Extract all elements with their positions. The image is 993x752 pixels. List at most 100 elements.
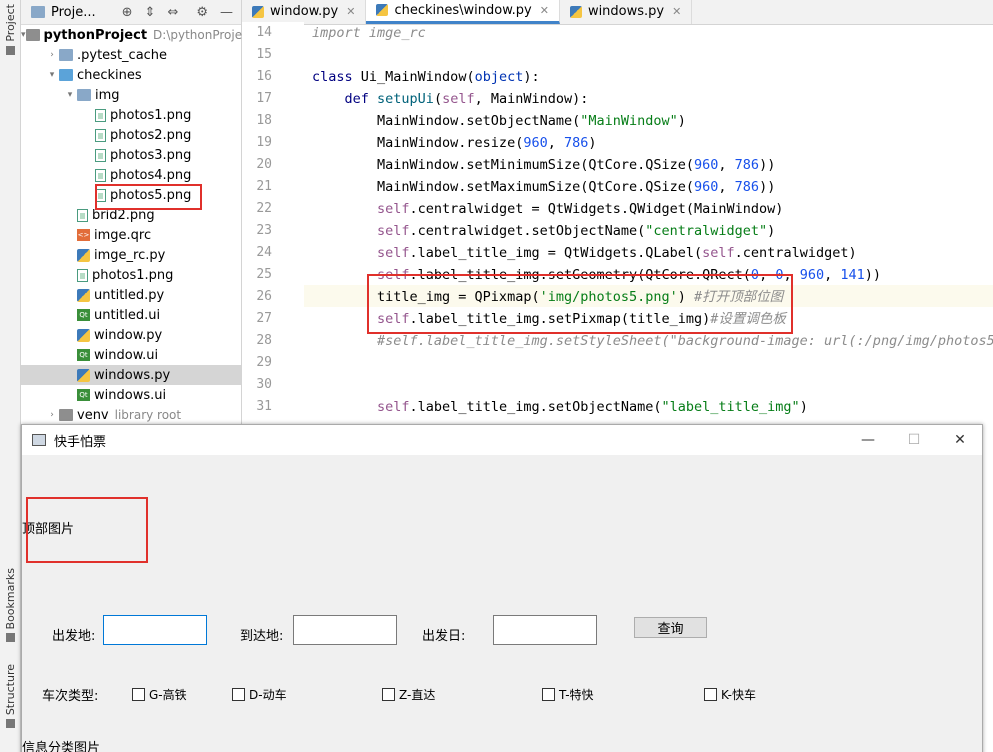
qt-title-bar: 快手怕票 — ☐ ✕ xyxy=(22,425,982,455)
date-input[interactable] xyxy=(493,615,597,645)
query-button[interactable]: 查询 xyxy=(634,617,707,638)
tree-item[interactable]: <> imge.qrc xyxy=(21,225,241,245)
close-tab-icon[interactable]: ✕ xyxy=(672,5,681,18)
tree-item[interactable]: ▾ checkines xyxy=(21,65,241,85)
code-line: MainWindow.setMaximumSize(QtCore.QSize(9… xyxy=(312,176,775,198)
python-file-icon xyxy=(77,248,90,262)
train-type-checkbox[interactable]: T-特快 xyxy=(542,686,594,703)
expand-arrow-icon[interactable]: › xyxy=(45,410,59,420)
tree-item[interactable]: Qt windows.ui xyxy=(21,385,241,405)
line-number: 29 xyxy=(256,355,272,370)
python-file-icon xyxy=(77,288,90,302)
python-file-icon xyxy=(376,4,389,16)
code-line: def setupUi(self, MainWindow): xyxy=(312,88,589,110)
checkbox-box[interactable] xyxy=(704,688,717,701)
tree-item[interactable]: untitled.py xyxy=(21,285,241,305)
code-token: ) xyxy=(588,135,597,151)
code-token: "centralwidget" xyxy=(645,223,768,239)
code-token: 786 xyxy=(734,179,760,195)
structure-tool-tab[interactable]: Structure xyxy=(0,664,20,732)
tree-item[interactable]: › venv library root xyxy=(21,405,241,425)
code-token: self xyxy=(377,399,410,415)
folder-icon xyxy=(25,29,40,41)
tree-item[interactable]: › .pytest_cache xyxy=(21,45,241,65)
checkbox-box[interactable] xyxy=(382,688,395,701)
code-line: class Ui_MainWindow(object): xyxy=(312,66,540,88)
close-tab-icon[interactable]: ✕ xyxy=(540,4,549,17)
tree-item[interactable]: photos2.png xyxy=(21,125,241,145)
tree-item[interactable]: Qt window.ui xyxy=(21,345,241,365)
code-line: MainWindow.resize(960, 786) xyxy=(312,132,597,154)
code-line: MainWindow.setMinimumSize(QtCore.QSize(9… xyxy=(312,154,775,176)
train-type-checkbox[interactable]: G-高铁 xyxy=(132,686,187,703)
locate-icon[interactable]: ⊕ xyxy=(122,5,133,20)
tree-item[interactable]: photos4.png xyxy=(21,165,241,185)
line-number: 14 xyxy=(256,25,272,40)
to-input[interactable] xyxy=(293,615,397,645)
image-file-icon xyxy=(77,208,88,222)
close-tab-icon[interactable]: ✕ xyxy=(346,5,355,18)
from-input[interactable] xyxy=(103,615,207,645)
tree-item-label: untitled.py xyxy=(94,287,165,303)
line-number: 23 xyxy=(256,223,272,238)
expand-arrow-icon[interactable]: ▾ xyxy=(45,70,59,80)
code-token: )) xyxy=(759,179,776,195)
annotation-box-photos5 xyxy=(95,184,202,210)
expand-arrow-icon[interactable]: ▾ xyxy=(21,30,26,40)
expand-arrow-icon[interactable]: › xyxy=(45,50,59,60)
tree-item-label: checkines xyxy=(77,67,142,83)
editor-tab[interactable]: checkines\window.py ✕ xyxy=(366,0,560,24)
line-number: 17 xyxy=(256,91,272,106)
expand-arrow-icon[interactable]: ▾ xyxy=(63,90,77,100)
line-number: 31 xyxy=(256,399,272,414)
editor-tab[interactable]: window.py ✕ xyxy=(242,0,367,24)
tree-item[interactable]: Qt untitled.ui xyxy=(21,305,241,325)
tree-item[interactable]: photos1.png xyxy=(21,105,241,125)
tree-item[interactable]: ▾ img xyxy=(21,85,241,105)
gear-icon[interactable]: ⚙ xyxy=(196,5,208,20)
project-tool-tab[interactable]: Project xyxy=(0,4,20,59)
from-label: 出发地: xyxy=(52,629,96,644)
train-type-checkbox[interactable]: K-快车 xyxy=(704,686,756,703)
date-label: 出发日: xyxy=(422,629,466,644)
maximize-button[interactable]: ☐ xyxy=(891,425,937,455)
code-token: ) xyxy=(799,399,808,415)
train-type-checkbox[interactable]: D-动车 xyxy=(232,686,287,703)
hide-icon[interactable]: — xyxy=(220,5,233,20)
minimize-button[interactable]: — xyxy=(845,425,891,455)
image-file-icon xyxy=(95,168,106,182)
tree-item[interactable]: window.py xyxy=(21,325,241,345)
checkbox-label: T-特快 xyxy=(559,688,594,702)
tree-item[interactable]: photos3.png xyxy=(21,145,241,165)
checkbox-box[interactable] xyxy=(542,688,555,701)
project-panel-title[interactable]: Proje... xyxy=(51,5,96,20)
bookmarks-tool-tab[interactable]: Bookmarks xyxy=(0,568,20,646)
code-area[interactable]: import imge_rc class Ui_MainWindow(object… xyxy=(312,22,993,432)
tree-item[interactable]: ▾ pythonProject D:\pythonProje xyxy=(21,25,242,45)
close-button[interactable]: ✕ xyxy=(937,425,983,455)
checkbox-box[interactable] xyxy=(232,688,245,701)
line-number: 27 xyxy=(256,311,272,326)
checkbox-label: K-快车 xyxy=(721,688,756,702)
editor-tab[interactable]: windows.py ✕ xyxy=(560,0,693,24)
train-type-label: 车次类型: xyxy=(42,689,99,704)
expand-all-icon[interactable]: ⇕ xyxy=(145,5,156,20)
image-file-icon xyxy=(95,128,106,142)
tree-item[interactable]: imge_rc.py xyxy=(21,245,241,265)
code-token: ) xyxy=(677,113,686,129)
app-icon xyxy=(32,434,46,446)
tree-item[interactable]: photos1.png xyxy=(21,265,241,285)
checkbox-box[interactable] xyxy=(132,688,145,701)
tree-item-label: photos3.png xyxy=(110,147,192,163)
code-token: .centralwidget) xyxy=(734,245,857,261)
train-type-checkbox[interactable]: Z-直达 xyxy=(382,686,435,703)
code-token: .centralwidget.setObjectName( xyxy=(409,223,646,239)
code-token: def xyxy=(344,91,378,107)
collapse-all-icon[interactable]: ⇔ xyxy=(167,5,178,20)
tree-item[interactable]: windows.py xyxy=(21,365,241,385)
code-token: class xyxy=(312,69,361,85)
code-token: self xyxy=(377,201,410,217)
qt-window-title: 快手怕票 xyxy=(54,434,107,450)
